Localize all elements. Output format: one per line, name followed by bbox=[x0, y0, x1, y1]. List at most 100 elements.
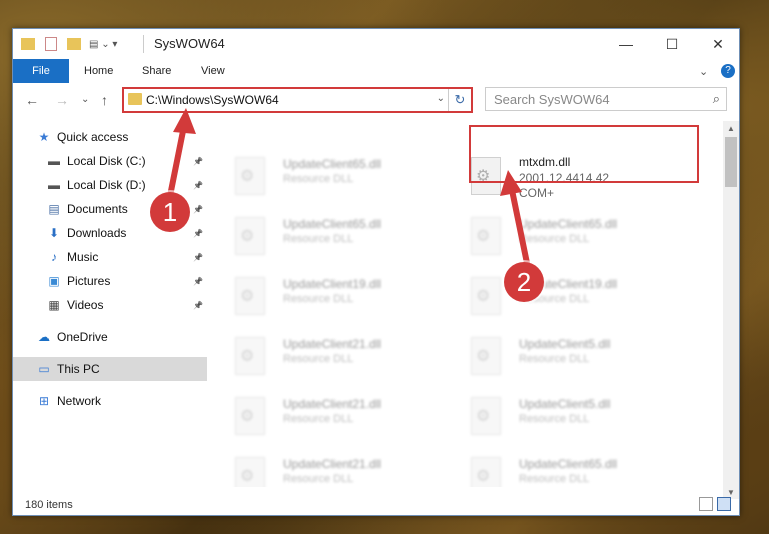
tab-home[interactable]: Home bbox=[84, 59, 113, 83]
pin-icon[interactable]: 📌 bbox=[193, 157, 203, 166]
sidebar-item-this-pc[interactable]: ▭ This PC bbox=[13, 357, 207, 381]
sidebar-item-quick-access[interactable]: ★ Quick access bbox=[13, 125, 207, 149]
pin-icon[interactable]: 📌 bbox=[193, 181, 203, 190]
dll-file-icon bbox=[235, 337, 265, 375]
properties-icon[interactable] bbox=[45, 37, 57, 51]
pin-icon[interactable]: 📌 bbox=[193, 205, 203, 214]
file-item[interactable]: UpdateClient19.dll Resource DLL bbox=[209, 267, 439, 319]
sidebar-item-local-disk-c[interactable]: ▬ Local Disk (C:) 📌 bbox=[13, 149, 207, 173]
navigation-pane: ★ Quick access ▬ Local Disk (C:) 📌 ▬ Local Dis… bbox=[13, 121, 207, 491]
dll-file-icon bbox=[471, 397, 501, 435]
address-dropdown-icon[interactable]: ⌄ bbox=[437, 93, 445, 104]
computer-icon: ▭ bbox=[38, 362, 50, 376]
sidebar-item-pictures[interactable]: ▣ Pictures 📌 bbox=[13, 269, 207, 293]
file-item[interactable]: UpdateClient65.dll Resource DLL bbox=[209, 147, 439, 199]
download-icon: ⬇ bbox=[48, 226, 60, 240]
pin-icon[interactable]: 📌 bbox=[193, 229, 203, 238]
file-type: Resource DLL bbox=[519, 473, 590, 485]
dll-file-icon bbox=[235, 217, 265, 255]
explorer-window: ▤ ⌄ ▾ SysWOW64 — ☐ ✕ File Home Share Vie… bbox=[12, 28, 740, 516]
tab-view[interactable]: View bbox=[201, 59, 225, 83]
address-path[interactable]: C:\Windows\SysWOW64 bbox=[146, 93, 279, 107]
file-type: Resource DLL bbox=[283, 293, 354, 305]
customize-toolbar-icon[interactable]: ▤ ⌄ ▾ bbox=[89, 39, 117, 50]
file-item[interactable]: UpdateClient65.dll Resource DLL bbox=[445, 207, 675, 259]
back-button[interactable]: ← bbox=[25, 92, 39, 108]
star-icon: ★ bbox=[38, 130, 50, 144]
refresh-button[interactable]: ↻ bbox=[448, 89, 471, 111]
up-button[interactable]: ↑ bbox=[101, 92, 108, 108]
file-type: Resource DLL bbox=[283, 233, 354, 245]
sidebar-item-label: Downloads bbox=[67, 226, 127, 240]
file-name: UpdateClient21.dll bbox=[283, 397, 382, 411]
tab-share[interactable]: Share bbox=[142, 59, 171, 83]
sidebar-item-network[interactable]: ⊞ Network bbox=[13, 389, 207, 413]
file-item[interactable]: UpdateClient21.dll Resource DLL bbox=[209, 387, 439, 439]
file-name: UpdateClient5.dll bbox=[519, 337, 611, 351]
folder-icon[interactable] bbox=[21, 38, 35, 50]
file-kind: COM+ bbox=[519, 186, 555, 200]
recent-locations-button[interactable]: ⌄ bbox=[81, 94, 89, 105]
tab-file[interactable]: File bbox=[13, 59, 69, 83]
help-icon-glyph: ? bbox=[721, 64, 735, 78]
vertical-scrollbar[interactable]: ▲ ▼ bbox=[723, 121, 739, 499]
file-name: UpdateClient21.dll bbox=[283, 457, 382, 471]
minimize-button[interactable]: — bbox=[603, 29, 649, 59]
file-item[interactable]: UpdateClient65.dll Resource DLL bbox=[209, 207, 439, 259]
forward-button[interactable]: → bbox=[55, 92, 69, 108]
dll-file-icon bbox=[471, 457, 501, 487]
step-2-badge: 2 bbox=[504, 262, 544, 302]
documents-icon: ▤ bbox=[48, 202, 60, 216]
dll-file-icon bbox=[471, 337, 501, 375]
address-bar[interactable]: C:\Windows\SysWOW64 ⌄ ↻ bbox=[122, 87, 473, 113]
search-input[interactable]: Search SysWOW64 ⌕ bbox=[485, 87, 727, 111]
sidebar-item-label: Network bbox=[57, 394, 102, 408]
file-name: UpdateClient19.dll bbox=[283, 277, 382, 291]
search-icon[interactable]: ⌕ bbox=[713, 91, 720, 107]
drive-icon: ▬ bbox=[48, 178, 60, 192]
file-type: Resource DLL bbox=[519, 233, 590, 245]
file-item[interactable]: UpdateClient21.dll Resource DLL bbox=[209, 447, 439, 487]
help-icon[interactable]: ? bbox=[721, 59, 735, 83]
dll-file-icon bbox=[471, 277, 501, 315]
file-type: Resource DLL bbox=[283, 173, 354, 185]
sidebar-item-videos[interactable]: ▦ Videos 📌 bbox=[13, 293, 207, 317]
close-button[interactable]: ✕ bbox=[695, 29, 741, 59]
pin-icon[interactable]: 📌 bbox=[193, 277, 203, 286]
file-type: Resource DLL bbox=[519, 353, 590, 365]
file-type: Resource DLL bbox=[283, 413, 354, 425]
expand-ribbon-icon[interactable]: ⌄ bbox=[699, 59, 708, 83]
file-item[interactable]: UpdateClient5.dll Resource DLL bbox=[445, 327, 675, 379]
file-name: UpdateClient65.dll bbox=[283, 217, 382, 231]
scrollbar-thumb[interactable] bbox=[725, 137, 737, 187]
new-folder-icon[interactable] bbox=[67, 38, 81, 50]
file-item[interactable]: UpdateClient19.dllResource DLL bbox=[445, 267, 675, 319]
title-bar: ▤ ⌄ ▾ SysWOW64 — ☐ ✕ bbox=[13, 29, 739, 59]
cloud-icon: ☁ bbox=[38, 330, 50, 344]
file-name: UpdateClient65.dll bbox=[283, 157, 382, 171]
status-item-count: 180 items bbox=[25, 499, 73, 511]
view-toggle bbox=[699, 497, 731, 511]
file-name: UpdateClient5.dll bbox=[519, 397, 611, 411]
maximize-button[interactable]: ☐ bbox=[649, 29, 695, 59]
dll-file-icon bbox=[235, 457, 265, 487]
sidebar-item-label: Pictures bbox=[67, 274, 111, 288]
file-type: Resource DLL bbox=[283, 473, 354, 485]
details-view-icon[interactable] bbox=[699, 497, 713, 511]
file-item[interactable]: UpdateClient65.dll Resource DLL bbox=[445, 447, 675, 487]
file-item[interactable]: UpdateClient5.dll Resource DLL bbox=[445, 387, 675, 439]
scroll-up-icon[interactable]: ▲ bbox=[723, 121, 739, 135]
pin-icon[interactable]: 📌 bbox=[193, 301, 203, 310]
highlight-box bbox=[469, 125, 699, 183]
sidebar-item-onedrive[interactable]: ☁ OneDrive bbox=[13, 325, 207, 349]
drive-icon: ▬ bbox=[48, 154, 60, 168]
tiles-view-icon[interactable] bbox=[717, 497, 731, 511]
dll-file-icon bbox=[235, 277, 265, 315]
file-type: Resource DLL bbox=[283, 353, 354, 365]
pin-icon[interactable]: 📌 bbox=[193, 253, 203, 262]
file-item[interactable]: UpdateClient21.dll Resource DLL bbox=[209, 327, 439, 379]
file-type: Resource DLL bbox=[519, 413, 590, 425]
pictures-icon: ▣ bbox=[48, 274, 60, 288]
quick-access-toolbar: ▤ ⌄ ▾ bbox=[21, 35, 117, 53]
sidebar-item-music[interactable]: ♪ Music 📌 bbox=[13, 245, 207, 269]
